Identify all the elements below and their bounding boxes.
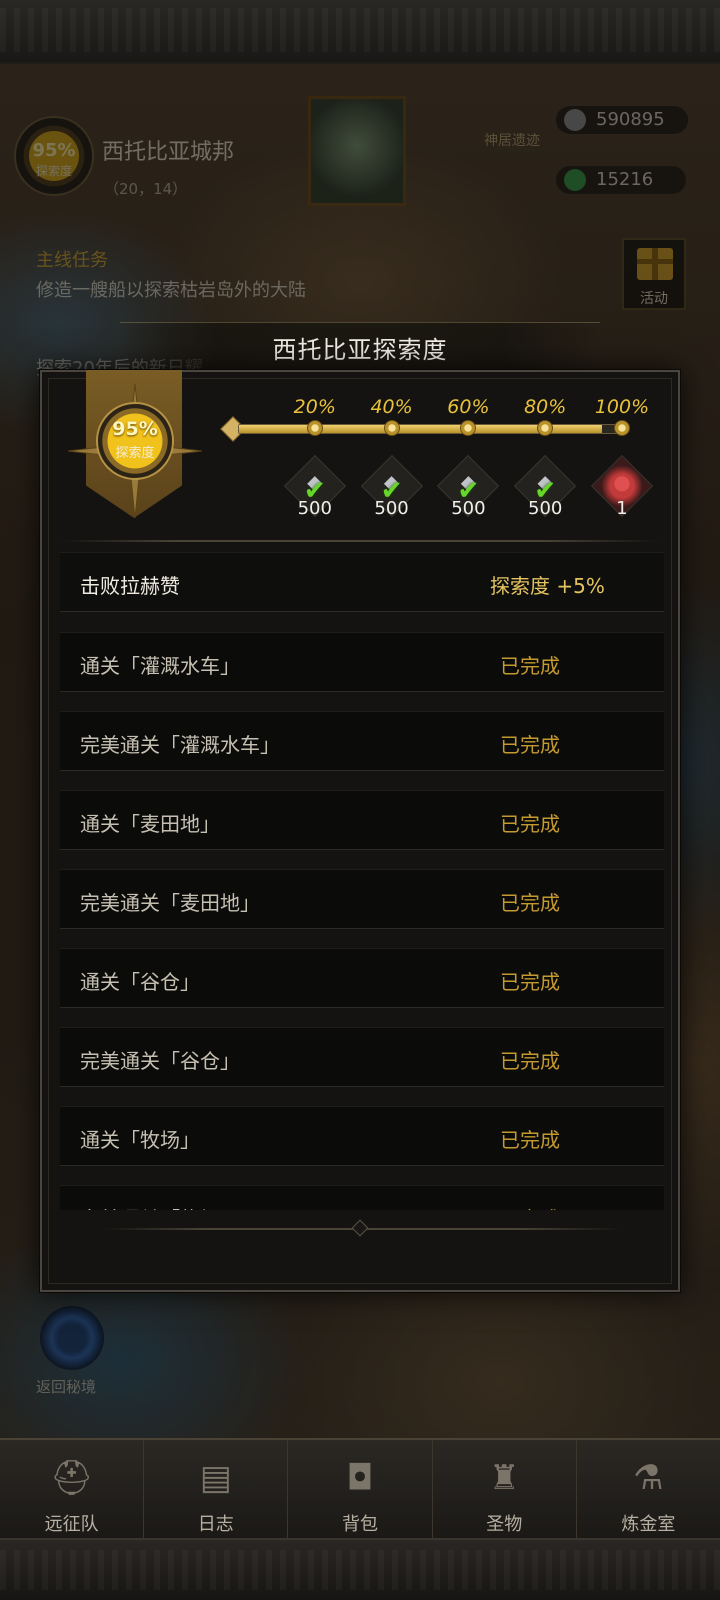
nav-expedition[interactable]: ⛑ 远征队 (0, 1440, 145, 1538)
milestone-pct: 40% (370, 396, 413, 418)
task-row: 完美通关「灌溉水车」 已完成 (60, 711, 664, 771)
special-chest-icon: ● (613, 470, 631, 494)
bottom-nav: ⛑ 远征队 ▤ 日志 ◘ 背包 ♜ 圣物 ⚗ 炼金室 (0, 1438, 720, 1538)
task-status: 已完成 (500, 733, 560, 757)
alchemy-icon: ⚗ (633, 1458, 664, 1498)
milestone-marker-icon (614, 420, 630, 436)
milestone-amount: 500 (297, 498, 332, 519)
task-row: 通关「牧场」 已完成 (60, 1106, 664, 1166)
nav-journal[interactable]: ▤ 日志 (144, 1440, 289, 1538)
milestone-marker-icon (306, 420, 323, 436)
nav-label: 日志 (197, 1514, 234, 1535)
milestone-amount: 500 (451, 498, 486, 519)
exploration-label: 探索度 (115, 446, 155, 461)
top-status-bar (0, 0, 720, 64)
nav-label: 远征队 (44, 1514, 99, 1535)
task-status: 已完成 (500, 970, 560, 994)
task-reward: 探索度 +5% (490, 574, 605, 598)
exploration-modal: 95% 探索度 20% ◆ ✔ 500 40% ◆ ✔ 500 60% ◆ ✔ 500 80% ◆ ✔ 500… (40, 370, 680, 1292)
task-status: 已完成 (500, 1049, 560, 1073)
relic-icon: ♜ (488, 1458, 520, 1498)
nav-label: 圣物 (486, 1514, 523, 1535)
nav-label: 炼金室 (621, 1514, 676, 1535)
task-name: 完美通关「牧场」 (80, 1203, 240, 1210)
task-row: 通关「麦田地」 已完成 (60, 790, 664, 850)
task-name: 完美通关「麦田地」 (80, 891, 260, 915)
milestone-pct: 60% (447, 396, 490, 418)
milestone-marker-icon (383, 420, 400, 436)
exploration-pct: 95% (112, 418, 158, 440)
helmet-icon: ⛑ (50, 1458, 94, 1498)
exploration-emblem (96, 402, 174, 480)
milestone-amount: 1 (616, 498, 628, 519)
task-row: 完美通关「谷仓」 已完成 (60, 1027, 664, 1087)
task-status: 已完成 (500, 654, 560, 678)
task-name: 通关「麦田地」 (80, 812, 220, 836)
milestone-pct: 80% (524, 396, 567, 418)
divider (60, 540, 660, 542)
milestone-amount: 500 (374, 498, 409, 519)
exploration-progress-bar (238, 424, 622, 434)
task-status: 已完成 (500, 1203, 560, 1210)
nav-relics[interactable]: ♜ 圣物 (433, 1440, 577, 1538)
task-row: 通关「灌溉水车」 已完成 (60, 632, 664, 692)
nav-alchemy[interactable]: ⚗ 炼金室 (577, 1440, 720, 1538)
task-status: 已完成 (500, 1128, 560, 1152)
ornament-icon (351, 1219, 369, 1237)
bottom-frame (0, 1538, 720, 1600)
task-status: 已完成 (500, 812, 560, 836)
bag-icon: ◘ (346, 1458, 374, 1498)
task-header-row: 击败拉赫赞 探索度 +5% (60, 552, 664, 612)
modal-title: 西托比亚探索度 (272, 336, 448, 364)
milestone-pct: 100% (594, 396, 650, 418)
task-row: 完美通关「牧场」 已完成 (60, 1185, 664, 1210)
nav-label: 背包 (342, 1514, 378, 1535)
milestone-pct: 20% (293, 396, 336, 418)
task-list[interactable]: 击败拉赫赞 探索度 +5% 通关「灌溉水车」 已完成 完美通关「灌溉水车」 已完成 通关… (60, 552, 664, 1210)
task-row: 通关「谷仓」 已完成 (60, 948, 664, 1008)
milestone-amount: 500 (528, 498, 563, 519)
task-row: 完美通关「麦田地」 已完成 (60, 869, 664, 929)
scroll-icon: ▤ (199, 1458, 232, 1498)
task-name: 通关「谷仓」 (80, 970, 200, 994)
task-status: 已完成 (500, 891, 560, 915)
task-name: 通关「灌溉水车」 (80, 654, 240, 678)
task-name: 完美通关「灌溉水车」 (80, 733, 280, 757)
task-name: 击败拉赫赞 (80, 574, 180, 598)
task-name: 完美通关「谷仓」 (80, 1049, 240, 1073)
nav-backpack[interactable]: ◘ 背包 (288, 1440, 433, 1538)
task-name: 通关「牧场」 (80, 1128, 200, 1152)
